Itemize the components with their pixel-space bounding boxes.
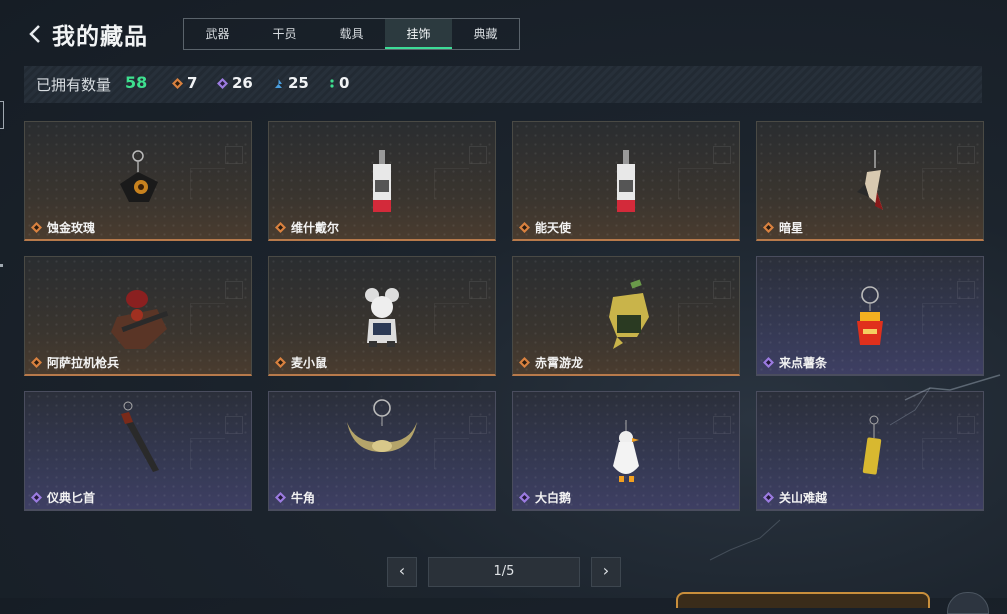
purple-rarity-icon — [31, 492, 42, 503]
prev-page-button[interactable]: ‹ — [387, 557, 417, 587]
orange-rarity-icon — [172, 77, 183, 89]
charm-card[interactable]: 牛角 — [268, 391, 496, 511]
blue-stat: 25 — [273, 74, 309, 92]
purple-rarity-icon — [217, 77, 228, 89]
charm-name: 暗星 — [779, 221, 804, 235]
charm-name: 来点薯条 — [779, 356, 828, 370]
owned-stats-bar: 已拥有数量 58 7 26 25 0 — [24, 66, 982, 103]
charm-label: 麦小鼠 — [275, 354, 327, 371]
owned-total: 58 — [125, 73, 148, 92]
mouse-charm-icon — [365, 288, 399, 347]
dagger-charm-icon — [121, 401, 159, 472]
charm-card[interactable]: 仪典匕首 — [24, 391, 252, 511]
charm-card[interactable]: 阿萨拉机枪兵 — [24, 256, 252, 376]
goose-charm-icon — [613, 420, 639, 482]
gunner-charm-icon — [111, 290, 169, 349]
category-tabs: 武器 干员 载具 挂饰 典藏 — [183, 18, 520, 50]
charm-card[interactable]: 暗星 — [756, 121, 984, 241]
side-tab-marker[interactable] — [0, 101, 4, 129]
purple-count: 26 — [232, 74, 253, 92]
tab-vehicles[interactable]: 载具 — [318, 19, 385, 49]
dragon-charm-icon — [609, 279, 649, 349]
orange-rarity-icon — [763, 222, 774, 233]
charm-label: 来点薯条 — [763, 354, 827, 371]
charm-card[interactable]: 蚀金玫瑰 — [24, 121, 252, 241]
charm-label: 暗星 — [763, 219, 803, 236]
card-charm-icon — [617, 150, 635, 212]
owned-label: 已拥有数量 — [36, 76, 112, 94]
horn-charm-icon — [347, 399, 417, 452]
orange-rarity-icon — [31, 357, 42, 368]
charm-name: 大白鹅 — [535, 491, 572, 505]
charm-label: 蚀金玫瑰 — [31, 219, 95, 236]
charm-card[interactable]: 赤霄游龙 — [512, 256, 740, 376]
charm-name: 维什戴尔 — [291, 221, 340, 235]
tab-collection[interactable]: 典藏 — [452, 19, 519, 49]
orange-stat: 7 — [172, 74, 197, 92]
green-rarity-icon — [330, 78, 334, 88]
charm-name: 蚀金玫瑰 — [47, 221, 96, 235]
charm-card[interactable]: 能天使 — [512, 121, 740, 241]
charm-label: 关山难越 — [763, 489, 827, 506]
charm-label: 维什戴尔 — [275, 219, 339, 236]
purple-stat: 26 — [217, 74, 253, 92]
charm-label: 大白鹅 — [519, 489, 571, 506]
purple-rarity-icon — [763, 492, 774, 503]
charm-name: 麦小鼠 — [291, 356, 328, 370]
blue-count: 25 — [288, 74, 309, 92]
orange-rarity-icon — [275, 357, 286, 368]
purple-rarity-icon — [763, 357, 774, 368]
side-dot — [0, 264, 3, 267]
charm-label: 阿萨拉机枪兵 — [31, 354, 119, 371]
charm-card[interactable]: 关山难越 — [756, 391, 984, 511]
orange-count: 7 — [187, 74, 198, 92]
purple-rarity-icon — [275, 492, 286, 503]
tab-operators[interactable]: 干员 — [251, 19, 318, 49]
bottom-action-button[interactable] — [676, 592, 930, 608]
card-charm-icon — [373, 150, 391, 212]
charm-name: 能天使 — [535, 221, 572, 235]
next-page-button[interactable]: › — [591, 557, 621, 587]
charm-name: 关山难越 — [779, 491, 828, 505]
tab-weapons[interactable]: 武器 — [184, 19, 251, 49]
green-stat: 0 — [329, 74, 349, 92]
orange-rarity-icon — [275, 222, 286, 233]
page-title: 我的藏品 — [52, 24, 148, 50]
fries-charm-icon — [857, 286, 883, 345]
charm-card[interactable]: 麦小鼠 — [268, 256, 496, 376]
charm-label: 牛角 — [275, 489, 315, 506]
orange-rarity-icon — [31, 222, 42, 233]
charm-card[interactable]: 来点薯条 — [756, 256, 984, 376]
page-indicator: 1/5 — [428, 557, 580, 587]
charm-label: 赤霄游龙 — [519, 354, 583, 371]
charm-name: 仪典匕首 — [47, 491, 96, 505]
rose-charm-icon — [120, 150, 158, 202]
charm-label: 能天使 — [519, 219, 571, 236]
charm-card[interactable]: 维什戴尔 — [268, 121, 496, 241]
back-button[interactable] — [26, 20, 46, 48]
charm-name: 阿萨拉机枪兵 — [47, 356, 120, 370]
tube-charm-icon — [862, 415, 882, 475]
charm-name: 牛角 — [291, 491, 316, 505]
back-arrow-icon — [29, 25, 40, 43]
bottom-round-button[interactable] — [947, 592, 989, 614]
charm-label: 仪典匕首 — [31, 489, 95, 506]
top-bar: 我的藏品 武器 干员 载具 挂饰 典藏 — [0, 0, 1007, 64]
orange-rarity-icon — [519, 222, 530, 233]
tab-charms[interactable]: 挂饰 — [385, 19, 452, 49]
charm-card[interactable]: 大白鹅 — [512, 391, 740, 511]
green-count: 0 — [339, 74, 350, 92]
orange-rarity-icon — [519, 357, 530, 368]
charm-name: 赤霄游龙 — [535, 356, 584, 370]
blue-rarity-icon — [275, 78, 282, 88]
purple-rarity-icon — [519, 492, 530, 503]
bird-charm-icon — [857, 150, 883, 210]
